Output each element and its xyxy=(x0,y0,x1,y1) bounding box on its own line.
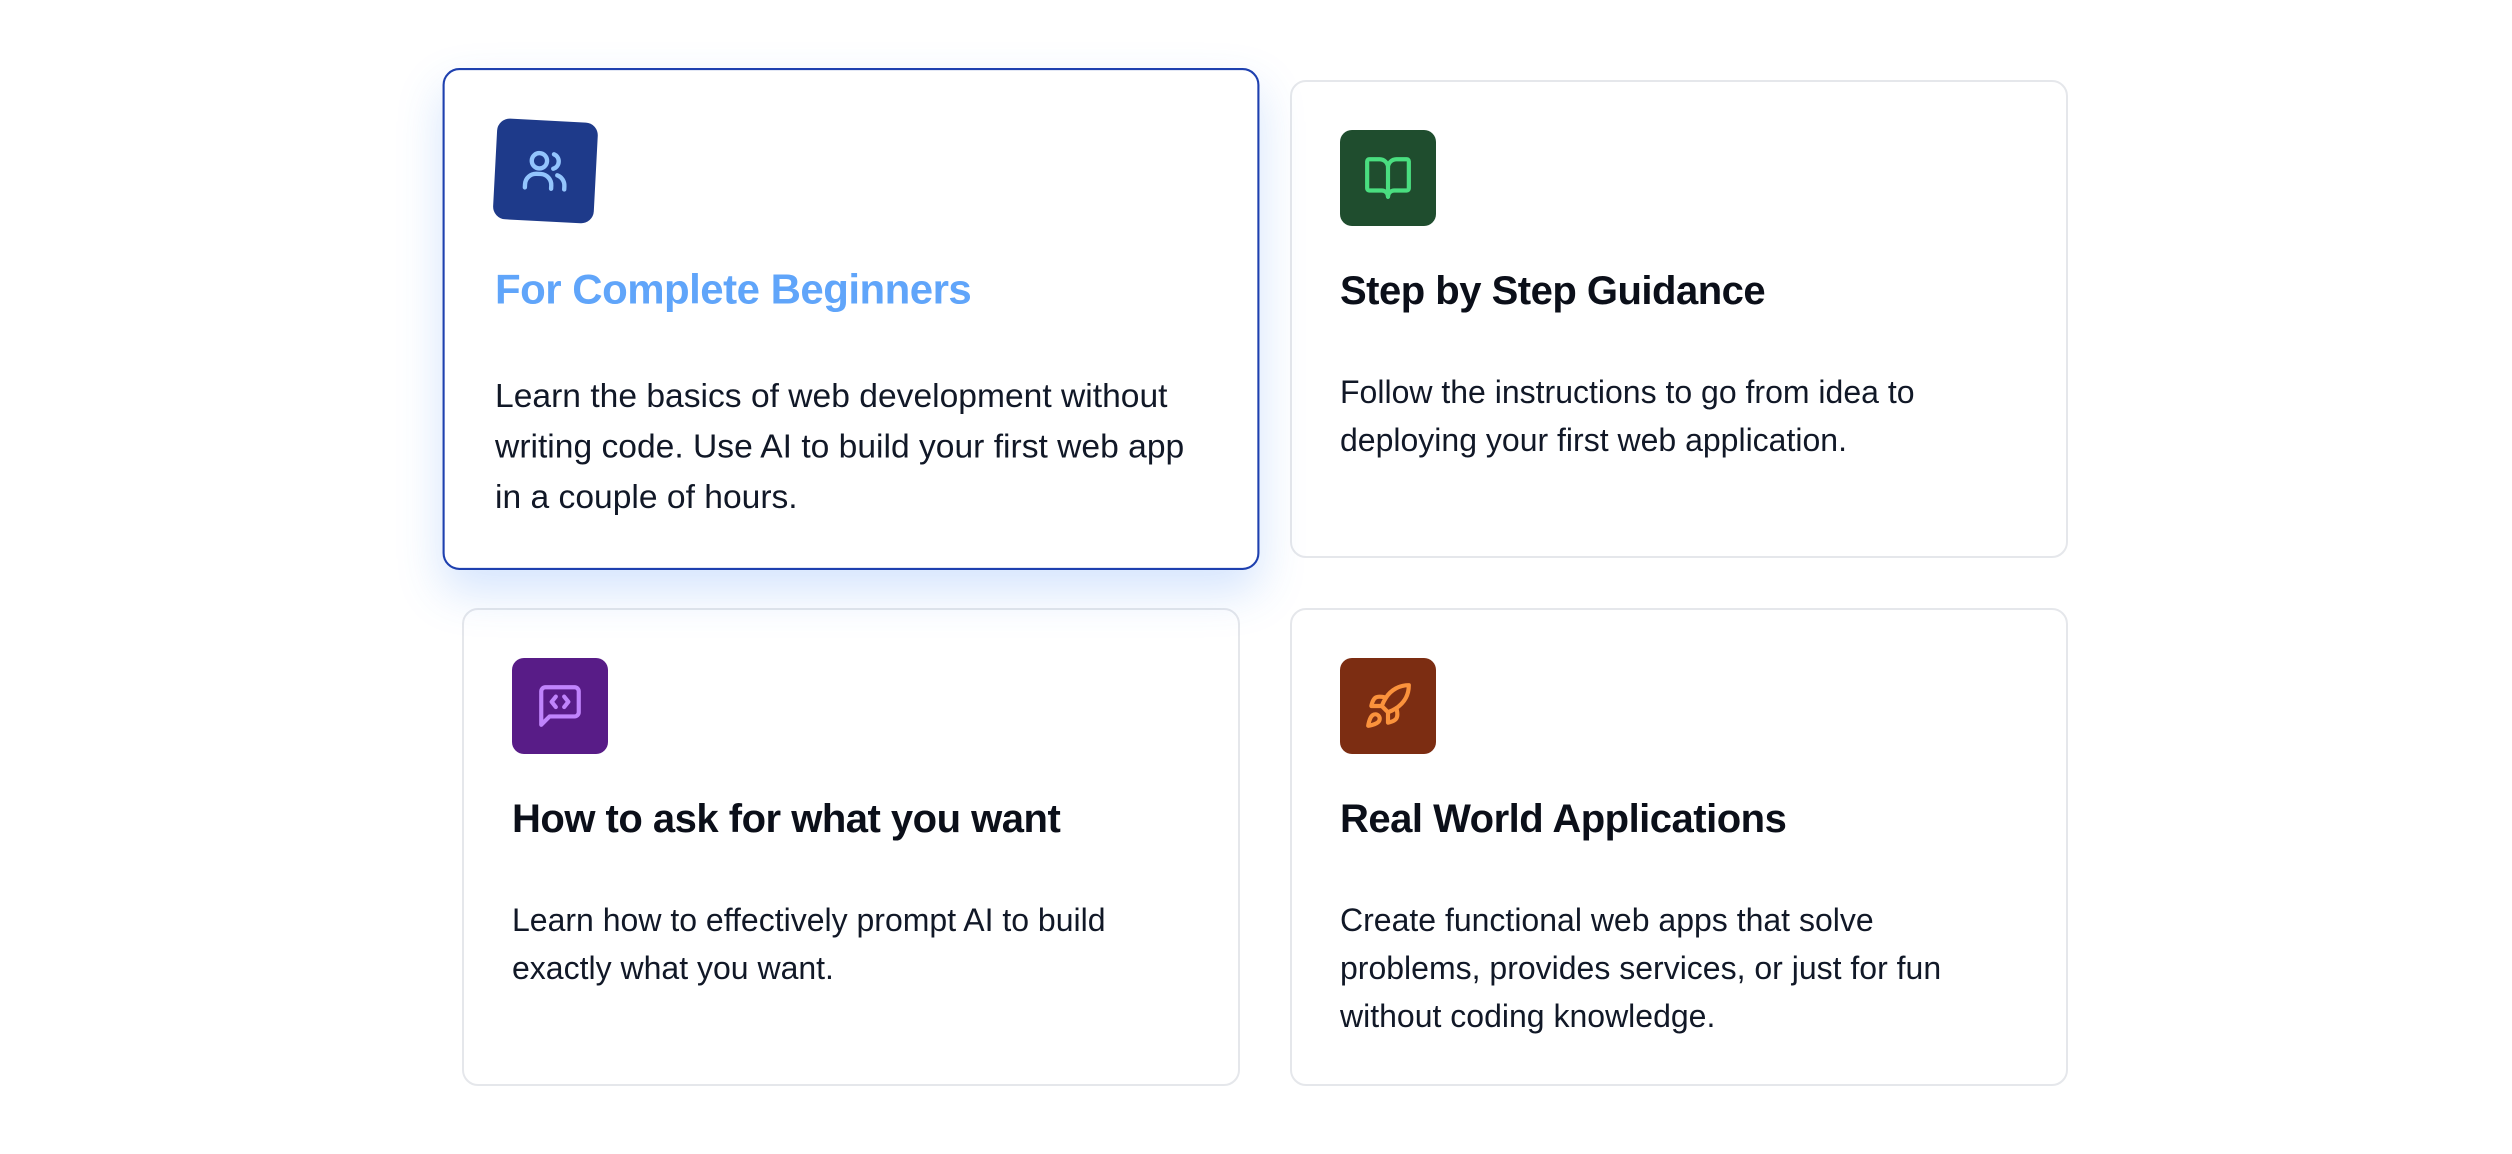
rocket-icon xyxy=(1366,683,1411,728)
feature-card-prompting[interactable]: How to ask for what you want Learn how t… xyxy=(462,608,1240,1086)
icon-badge xyxy=(1340,658,1436,754)
card-description: Learn how to effectively prompt AI to bu… xyxy=(512,902,1106,986)
card-description: Follow the instructions to go from idea … xyxy=(1340,374,1915,458)
features-grid: For Complete Beginners Learn the basics … xyxy=(442,68,2082,1086)
book-open-icon xyxy=(1365,157,1411,199)
icon-badge xyxy=(1340,130,1436,226)
card-title: Step by Step Guidance xyxy=(1340,269,1766,313)
feature-card-guidance[interactable]: Step by Step Guidance Follow the instruc… xyxy=(1290,80,2068,558)
feature-card-beginners[interactable]: For Complete Beginners Learn the basics … xyxy=(442,68,1260,570)
card-description: Create functional web apps that solve pr… xyxy=(1340,902,1942,1034)
icon-badge xyxy=(512,658,608,754)
icon-badge xyxy=(492,117,599,224)
card-description: Learn the basics of web development with… xyxy=(495,376,1185,516)
feature-card-applications[interactable]: Real World Applications Create functiona… xyxy=(1290,608,2068,1086)
card-title: How to ask for what you want xyxy=(512,797,1061,841)
message-code-icon xyxy=(539,685,581,727)
card-title: For Complete Beginners xyxy=(495,266,972,313)
card-title: Real World Applications xyxy=(1340,797,1787,841)
users-icon xyxy=(522,150,567,192)
